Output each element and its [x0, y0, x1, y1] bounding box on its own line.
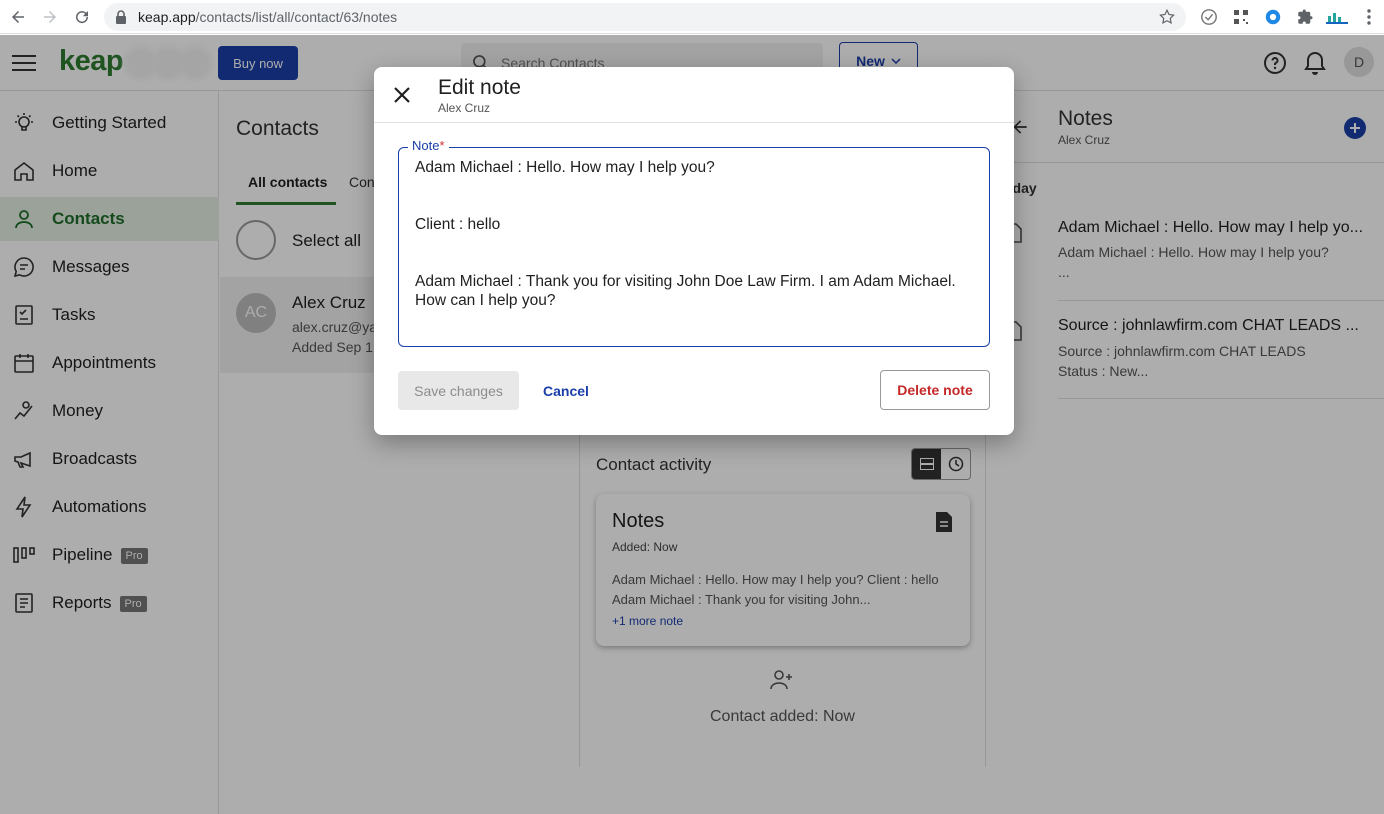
browser-menu-icon[interactable] [1359, 7, 1379, 27]
bookmark-star-icon[interactable] [1158, 8, 1176, 26]
forward-arrow-icon[interactable] [39, 6, 61, 28]
dialog-subtitle: Alex Cruz [438, 101, 491, 115]
browser-toolbar: keap.app/contacts/list/all/contact/63/no… [0, 0, 1384, 34]
note-line: Client : hello [415, 216, 501, 233]
extension-check-icon[interactable] [1199, 7, 1219, 27]
cancel-button[interactable]: Cancel [536, 371, 596, 410]
url-text: keap.app/contacts/list/all/contact/63/no… [138, 9, 398, 25]
note-line: Adam Michael : Hello. How may I help you… [415, 159, 715, 176]
back-arrow-icon[interactable] [7, 6, 29, 28]
note-line: Adam Michael : Thank you for visiting Jo… [415, 273, 956, 309]
required-asterisk: * [439, 138, 445, 153]
extensions-puzzle-icon[interactable] [1295, 7, 1315, 27]
address-bar[interactable]: keap.app/contacts/list/all/contact/63/no… [104, 3, 1186, 31]
note-content: Adam Michael : Hello. How may I help you… [415, 158, 971, 310]
lock-icon [115, 10, 127, 24]
qr-code-icon[interactable] [1231, 7, 1251, 27]
divider [374, 122, 1014, 123]
delete-note-button[interactable]: Delete note [880, 370, 990, 410]
close-icon[interactable] [392, 85, 412, 105]
extension-chart-icon[interactable] [1325, 7, 1349, 27]
reload-icon[interactable] [71, 6, 93, 28]
edit-note-dialog: Edit note Alex Cruz Adam Michael : Hello… [374, 67, 1014, 435]
save-changes-button[interactable]: Save changes [398, 371, 519, 410]
extension-blue-icon[interactable] [1263, 7, 1283, 27]
dialog-title: Edit note [438, 76, 521, 99]
note-field-label: Note* [408, 138, 449, 153]
note-textarea[interactable]: Adam Michael : Hello. How may I help you… [398, 147, 990, 347]
